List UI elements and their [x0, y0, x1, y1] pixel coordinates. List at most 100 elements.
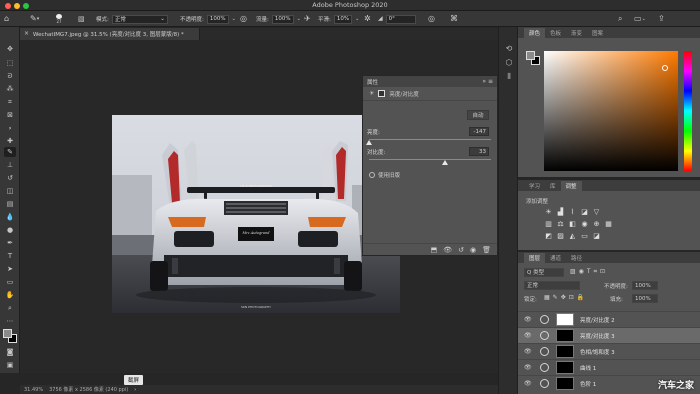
airbrush-icon[interactable]: ✈ — [304, 14, 311, 24]
visibility-eye-icon[interactable]: 👁 — [524, 316, 532, 323]
threshold-icon[interactable]: ◭ — [568, 232, 577, 241]
color-lookup-icon[interactable]: ▦ — [604, 220, 613, 229]
contrast-slider-track[interactable] — [369, 159, 491, 160]
brush-preset-picker[interactable]: 27 — [56, 14, 62, 24]
curves-adjust-icon[interactable]: ⌇ — [568, 208, 577, 217]
visibility-eye-icon[interactable]: 👁 — [524, 380, 532, 387]
exposure-adjust-icon[interactable]: ◪ — [580, 208, 589, 217]
document-image[interactable]: Mrz Autogrand LB ★ PERFORMANCE SKN PHOTO… — [112, 115, 400, 313]
photo-filter-icon[interactable]: ◉ — [580, 220, 589, 229]
eyedropper-tool-icon[interactable]: ⸗ — [4, 123, 16, 133]
levels-adjust-icon[interactable]: ▟ — [556, 208, 565, 217]
contrast-slider-thumb[interactable] — [441, 160, 448, 165]
tab-learn[interactable]: 学习 — [524, 181, 545, 191]
opacity-input[interactable]: 100% — [206, 14, 229, 24]
dodge-tool-icon[interactable]: ● — [4, 225, 16, 235]
brightness-input[interactable]: -147 — [469, 127, 489, 136]
foreground-color-swatch[interactable] — [3, 329, 12, 338]
tab-paths[interactable]: 路径 — [566, 253, 587, 263]
layer-filter-select[interactable]: Q 类型 — [524, 268, 564, 277]
home-icon[interactable]: ⌂ — [4, 14, 9, 24]
crop-tool-icon[interactable]: ⌗ — [4, 97, 16, 107]
clone-stamp-tool-icon[interactable]: ⊥ — [4, 160, 16, 170]
frame-tool-icon[interactable]: ⊠ — [4, 110, 16, 120]
brightness-slider-track[interactable] — [369, 139, 491, 140]
document-tab[interactable]: × WechatIMG7.jpeg @ 31.5% (亮度/对比度 3, 图层蒙… — [20, 28, 200, 40]
tab-gradients[interactable]: 渐变 — [566, 28, 587, 38]
share-icon[interactable]: ⇪ — [658, 14, 665, 24]
gradient-map-icon[interactable]: ▭ — [580, 232, 589, 241]
hue-saturation-icon[interactable]: ▥ — [544, 220, 553, 229]
blend-mode-select[interactable]: 正常 — [524, 281, 580, 290]
smoothing-options-icon[interactable]: ✲ — [364, 14, 371, 24]
tab-swatches[interactable]: 色板 — [545, 28, 566, 38]
history-panel-icon[interactable]: ⟲ — [504, 44, 514, 54]
color-field[interactable] — [544, 51, 678, 171]
layer-row[interactable]: 👁 亮度/对比度 2 — [518, 311, 700, 327]
properties-header[interactable]: 属性 » ≡ — [363, 76, 497, 87]
layer-mask-thumbnail[interactable] — [556, 313, 574, 326]
view-previous-icon[interactable]: 👁 — [443, 246, 452, 254]
selective-color-icon[interactable]: ◪ — [592, 232, 601, 241]
pen-tool-icon[interactable]: ✒ — [4, 238, 16, 248]
smoothing-input[interactable]: 10% — [333, 14, 353, 24]
mode-select[interactable]: 正常 ⌄ — [111, 14, 168, 24]
history-brush-tool-icon[interactable]: ↺ — [4, 173, 16, 183]
status-arrow-icon[interactable]: › — [134, 386, 136, 394]
eraser-tool-icon[interactable]: ◫ — [4, 186, 16, 196]
posterize-icon[interactable]: ▨ — [556, 232, 565, 241]
hue-slider[interactable] — [684, 51, 692, 171]
color-fg-swatch[interactable] — [526, 51, 535, 60]
legacy-checkbox[interactable] — [369, 172, 375, 178]
screen-mode-icon[interactable]: ▣ — [4, 360, 16, 370]
hand-tool-icon[interactable]: ✋ — [4, 290, 16, 300]
tab-color[interactable]: 颜色 — [524, 28, 546, 38]
black-white-icon[interactable]: ◧ — [568, 220, 577, 229]
visibility-icon[interactable]: ◉ — [470, 246, 476, 254]
marquee-tool-icon[interactable]: ⬚ — [4, 58, 16, 68]
zoom-level[interactable]: 31.49% — [24, 387, 43, 393]
brightness-slider-thumb[interactable] — [366, 140, 372, 145]
zoom-tool-icon[interactable]: ⌕ — [4, 303, 16, 313]
layer-row-selected[interactable]: 👁 亮度/对比度 3 — [518, 327, 700, 343]
brightness-adjust-icon[interactable]: ☀ — [544, 208, 553, 217]
workspace-icon[interactable]: ▭ ⌄ — [634, 14, 646, 24]
lasso-tool-icon[interactable]: ᘐ — [4, 71, 16, 81]
visibility-eye-icon[interactable]: 👁 — [524, 332, 532, 339]
gradient-tool-icon[interactable]: ▤ — [4, 199, 16, 209]
rectangle-tool-icon[interactable]: ▭ — [4, 277, 16, 287]
blur-tool-icon[interactable]: 💧 — [4, 212, 16, 222]
layer-mask-thumbnail[interactable] — [556, 329, 574, 342]
tab-layers[interactable]: 图层 — [524, 253, 546, 263]
reset-icon[interactable]: ↺ — [458, 246, 464, 254]
brush-tool-icon-active[interactable]: ✎ — [4, 147, 16, 157]
quick-mask-icon[interactable]: ◙ — [4, 347, 16, 357]
close-tab-icon[interactable]: × — [24, 30, 29, 38]
color-balance-icon[interactable]: ⚖ — [556, 220, 565, 229]
brush-tool-icon[interactable]: ✎ ▾ — [30, 14, 39, 24]
angle-control[interactable]: ◢ 0° — [378, 14, 416, 24]
visibility-eye-icon[interactable]: 👁 — [524, 348, 532, 355]
channel-mixer-icon[interactable]: ⊕ — [592, 220, 601, 229]
brush-settings-icon[interactable]: ▧ — [78, 14, 85, 24]
angle-input[interactable]: 0° — [385, 14, 416, 24]
layer-mask-thumbnail[interactable] — [556, 361, 574, 374]
vibrance-adjust-icon[interactable]: ▽ — [592, 208, 601, 217]
path-select-tool-icon[interactable]: ➤ — [4, 264, 16, 274]
tab-patterns[interactable]: 图案 — [587, 28, 608, 38]
mask-icon[interactable] — [378, 90, 386, 97]
clip-to-layer-icon[interactable]: ⬒ — [431, 246, 438, 254]
tab-adjustments[interactable]: 调整 — [560, 181, 582, 191]
delete-icon[interactable]: 🗑 — [482, 246, 491, 254]
layer-mask-thumbnail[interactable] — [556, 377, 574, 390]
pressure-opacity-icon[interactable]: ◎ — [240, 14, 247, 24]
invert-icon[interactable]: ◩ — [544, 232, 553, 241]
quick-select-tool-icon[interactable]: ⁂ — [4, 84, 16, 94]
healing-brush-tool-icon[interactable]: ✚ — [4, 136, 16, 146]
symmetry-icon[interactable]: ⌘ — [450, 14, 458, 24]
visibility-eye-icon[interactable]: 👁 — [524, 364, 532, 371]
fill-input[interactable]: 100% — [632, 294, 658, 303]
type-tool-icon[interactable]: T — [4, 251, 16, 261]
lock-icons[interactable]: ▦✎✥⊡🔒 — [544, 294, 587, 301]
properties-panel-icon[interactable]: ⫴ — [504, 72, 514, 82]
